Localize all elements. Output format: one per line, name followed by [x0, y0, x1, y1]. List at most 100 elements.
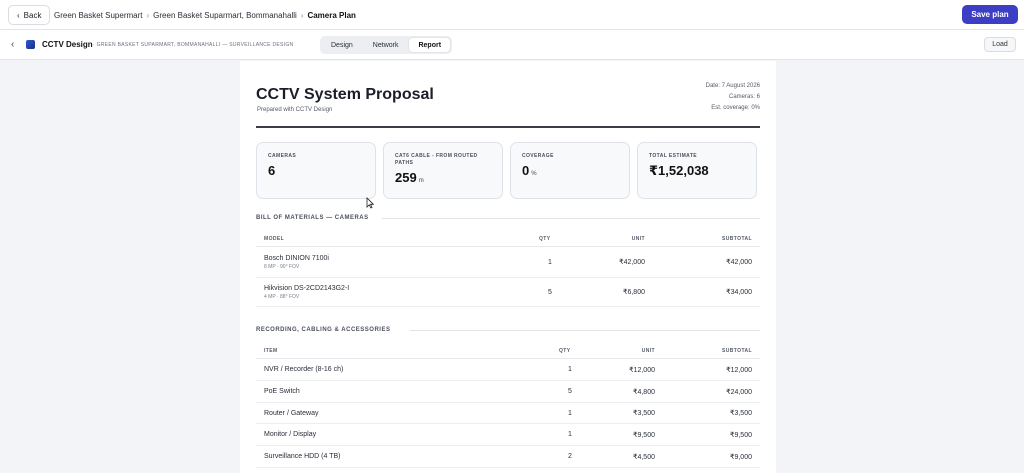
qty-cell: 5 [568, 388, 572, 395]
unit-cell: ₹4,500 [633, 453, 655, 461]
report-cameras-count: Cameras: 6 [728, 94, 760, 100]
breadcrumb-separator-icon: › [300, 10, 304, 20]
breadcrumb-item-store[interactable]: Green Basket Suparmart, Bommanahalli [153, 11, 297, 20]
chevron-left-icon: ‹ [17, 10, 20, 20]
col-model: MODEL [264, 235, 285, 242]
unit-cell: ₹3,500 [633, 410, 655, 417]
col-unit: UNIT [641, 347, 655, 354]
breadcrumb-item-supermart[interactable]: Green Basket Supermart [54, 11, 142, 20]
table-row: Hikvision DS-2CD2143G2-I 4 MP · 88° FOV … [256, 278, 760, 307]
table-row: Monitor / Display 1 ₹9,500 ₹9,500 [256, 424, 760, 446]
model-name: Hikvision DS-2CD2143G2-I [264, 284, 350, 292]
qty-cell: 1 [568, 366, 572, 373]
table-row: Router / Gateway 1 ₹3,500 ₹3,500 [256, 403, 760, 424]
card-value: 0 [522, 163, 530, 178]
cameras-table: MODEL QTY UNIT SUBTOTAL Bosch DINION 710… [256, 231, 760, 307]
load-button[interactable]: Load [984, 37, 1016, 52]
report-meta: Date: 7 August 2026 Cameras: 6 Est. cove… [706, 81, 760, 114]
subtotal-cell: ₹9,000 [730, 453, 752, 461]
camera-app-icon [26, 40, 35, 49]
breadcrumb: Green Basket Supermart › Green Basket Su… [54, 0, 356, 30]
col-subtotal: SUBTOTAL [722, 235, 752, 242]
qty-cell: 1 [548, 258, 552, 266]
item-cell: Router / Gateway [264, 409, 319, 417]
model-cell: Hikvision DS-2CD2143G2-I 4 MP · 88° FOV [264, 278, 349, 306]
subtotal-cell: ₹42,000 [726, 259, 752, 266]
col-item: ITEM [264, 347, 278, 354]
report-title: CCTV System Proposal [256, 86, 434, 103]
back-label: Back [23, 10, 42, 20]
mouse-pointer-icon [366, 197, 374, 209]
accessories-table: ITEM QTY UNIT SUBTOTAL NVR / Recorder (8… [256, 343, 760, 468]
unit-cell: ₹4,800 [633, 388, 655, 396]
report-prepared-by: Prepared with CCTV Design [257, 107, 333, 113]
model-cell: Bosch DINION 7100i 8 MP · 90° FOV [264, 247, 329, 277]
section-title-accessories: RECORDING, CABLING & ACCESSORIES [256, 327, 391, 333]
card-value-wrap: 259 m [395, 170, 491, 185]
card-value: ₹1,52,038 [649, 163, 709, 178]
card-label: CAT6 CABLE - FROM ROUTED PATHS [395, 153, 478, 166]
item-cell: PoE Switch [264, 388, 300, 395]
table-row: Bosch DINION 7100i 8 MP · 90° FOV 1 ₹42,… [256, 247, 760, 278]
col-subtotal: SUBTOTAL [722, 347, 752, 354]
unit-cell: ₹6,800 [623, 289, 645, 296]
collapse-chevron-icon[interactable]: ‹ [11, 39, 14, 50]
unit-cell: ₹42,000 [619, 259, 645, 266]
card-label: CAMERAS [268, 153, 297, 159]
summary-card-cameras: CAMERAS 6 [256, 142, 376, 199]
qty-cell: 2 [568, 453, 572, 460]
table-row: Surveillance HDD (4 TB) 2 ₹4,500 ₹9,000 [256, 446, 760, 468]
unit-cell: ₹12,000 [629, 366, 655, 374]
app-title: CCTV Design [42, 40, 93, 49]
table-row: NVR / Recorder (8-16 ch) 1 ₹12,000 ₹12,0… [256, 359, 760, 381]
qty-cell: 1 [568, 409, 572, 417]
card-value-wrap: 6 [268, 163, 364, 178]
top-bar: ‹ Back Green Basket Supermart › Green Ba… [0, 0, 1024, 30]
item-cell: Monitor / Display [264, 431, 317, 438]
save-plan-button[interactable]: Save plan [962, 5, 1018, 24]
tab-report[interactable]: Report [409, 38, 451, 52]
report-document: CCTV System Proposal Prepared with CCTV … [240, 61, 776, 473]
model-spec: 8 MP · 90° FOV [264, 263, 300, 270]
unit-cell: ₹9,500 [633, 431, 655, 439]
summary-cards: CAMERAS 6 CAT6 CABLE - FROM ROUTED PATHS… [256, 142, 757, 199]
table-header: MODEL QTY UNIT SUBTOTAL [256, 231, 760, 247]
card-unit: % [531, 171, 537, 177]
subtotal-cell: ₹3,500 [730, 410, 752, 417]
header-divider [256, 126, 760, 128]
section-title-cameras: BILL OF MATERIALS — CAMERAS [256, 215, 369, 221]
tab-network[interactable]: Network [364, 38, 408, 52]
summary-card-coverage: COVERAGE 0% [510, 142, 630, 199]
col-qty: QTY [539, 235, 551, 242]
card-label: COVERAGE [522, 153, 554, 159]
back-button[interactable]: ‹ Back [8, 5, 51, 25]
card-value-wrap: 0% [522, 163, 618, 178]
item-cell: NVR / Recorder (8-16 ch) [264, 366, 344, 373]
section-divider [382, 218, 760, 219]
qty-cell: 1 [568, 431, 572, 438]
table-header: ITEM QTY UNIT SUBTOTAL [256, 343, 760, 359]
breadcrumb-separator-icon: › [146, 10, 150, 20]
card-label: TOTAL ESTIMATE [649, 153, 698, 159]
section-divider [410, 330, 760, 331]
report-date: Date: 7 August 2026 [705, 83, 760, 89]
subtotal-cell: ₹34,000 [726, 289, 752, 296]
item-cell: Surveillance HDD (4 TB) [264, 453, 341, 460]
summary-card-total: TOTAL ESTIMATE ₹1,52,038 [637, 142, 757, 199]
col-qty: QTY [559, 347, 571, 354]
report-coverage: Est. coverage: 0% [711, 105, 760, 111]
breadcrumb-item-current: Camera Plan [307, 10, 356, 20]
table-row: PoE Switch 5 ₹4,800 ₹24,000 [256, 381, 760, 403]
card-value: 259 [395, 170, 417, 185]
col-unit: UNIT [631, 235, 645, 242]
model-name: Bosch DINION 7100i [264, 254, 329, 262]
card-value-wrap: ₹1,52,038 [649, 163, 745, 179]
app-subtitle: · GREEN BASKET SUPARMART, BOMMANAHALLI —… [93, 42, 294, 48]
view-tabs: Design Network Report [320, 36, 453, 54]
subtotal-cell: ₹24,000 [726, 388, 752, 396]
tab-design[interactable]: Design [322, 38, 362, 52]
model-spec: 4 MP · 88° FOV [264, 293, 300, 300]
card-value: 6 [268, 163, 276, 178]
qty-cell: 5 [548, 288, 552, 296]
subtotal-cell: ₹12,000 [726, 366, 752, 374]
